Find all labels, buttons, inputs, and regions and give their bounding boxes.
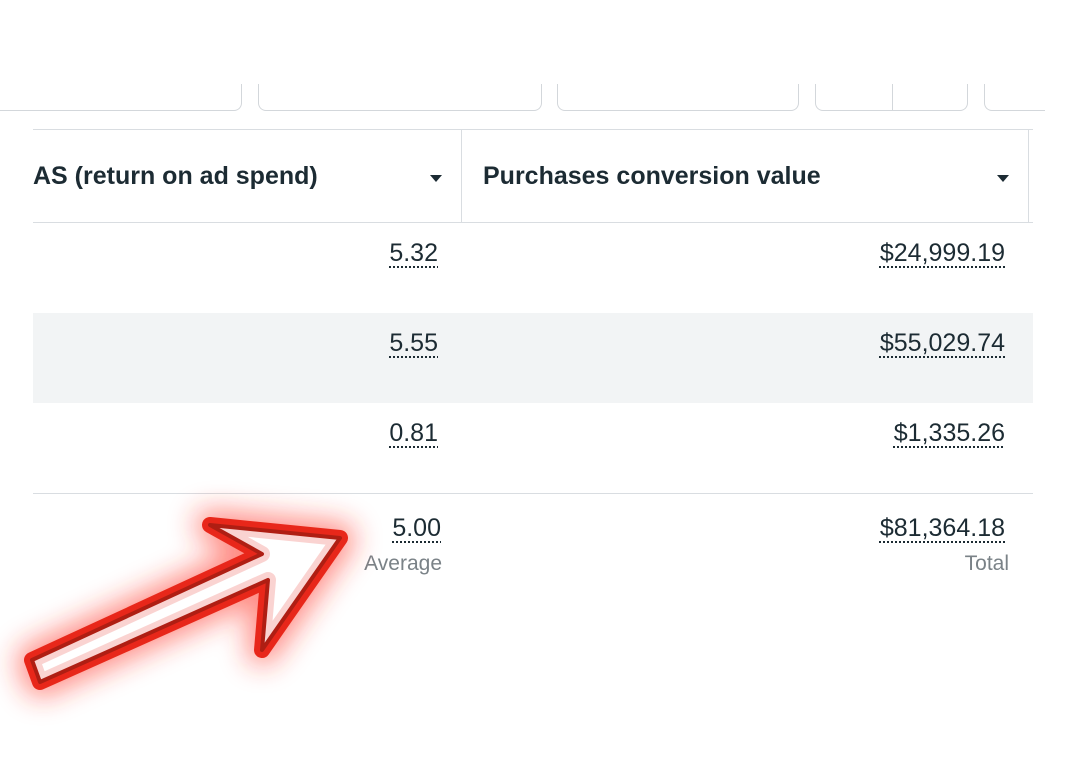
roas-value[interactable]: 5.55: [389, 329, 438, 358]
toolbar-button[interactable]: [0, 84, 242, 111]
roas-average[interactable]: 5.00: [392, 514, 441, 543]
purchases-total[interactable]: $81,364.18: [880, 514, 1005, 543]
roas-value[interactable]: 5.32: [389, 239, 438, 268]
column-header-label: AS (return on ad spend): [33, 161, 318, 190]
column-divider[interactable]: [461, 130, 462, 222]
total-label: Total: [964, 552, 1009, 575]
column-header-roas[interactable]: AS (return on ad spend): [33, 130, 461, 222]
caret-down-icon[interactable]: [997, 175, 1009, 182]
purchases-value[interactable]: $1,335.26: [894, 419, 1005, 448]
split-divider: [892, 84, 893, 110]
column-header-purchases-value[interactable]: Purchases conversion value: [483, 130, 1028, 222]
table-row: 5.32 $24,999.19: [33, 223, 1033, 313]
toolbar-button[interactable]: [258, 84, 542, 111]
purchases-value[interactable]: $24,999.19: [880, 239, 1005, 268]
average-label: Average: [364, 552, 442, 575]
table-header: AS (return on ad spend) Purchases conver…: [33, 129, 1033, 223]
results-table: AS (return on ad spend) Purchases conver…: [33, 129, 1033, 604]
toolbar-button[interactable]: [557, 84, 799, 111]
toolbar-button[interactable]: [984, 84, 1045, 111]
table-row: 5.55 $55,029.74: [33, 313, 1033, 403]
caret-down-icon[interactable]: [430, 175, 442, 182]
column-divider[interactable]: [1028, 130, 1029, 222]
column-header-label: Purchases conversion value: [483, 161, 821, 190]
table-row: 0.81 $1,335.26: [33, 403, 1033, 493]
roas-value[interactable]: 0.81: [389, 419, 438, 448]
summary-row: 5.00 Average $81,364.18 Total: [33, 493, 1033, 604]
split-toolbar-button[interactable]: [815, 84, 968, 111]
purchases-value[interactable]: $55,029.74: [880, 329, 1005, 358]
